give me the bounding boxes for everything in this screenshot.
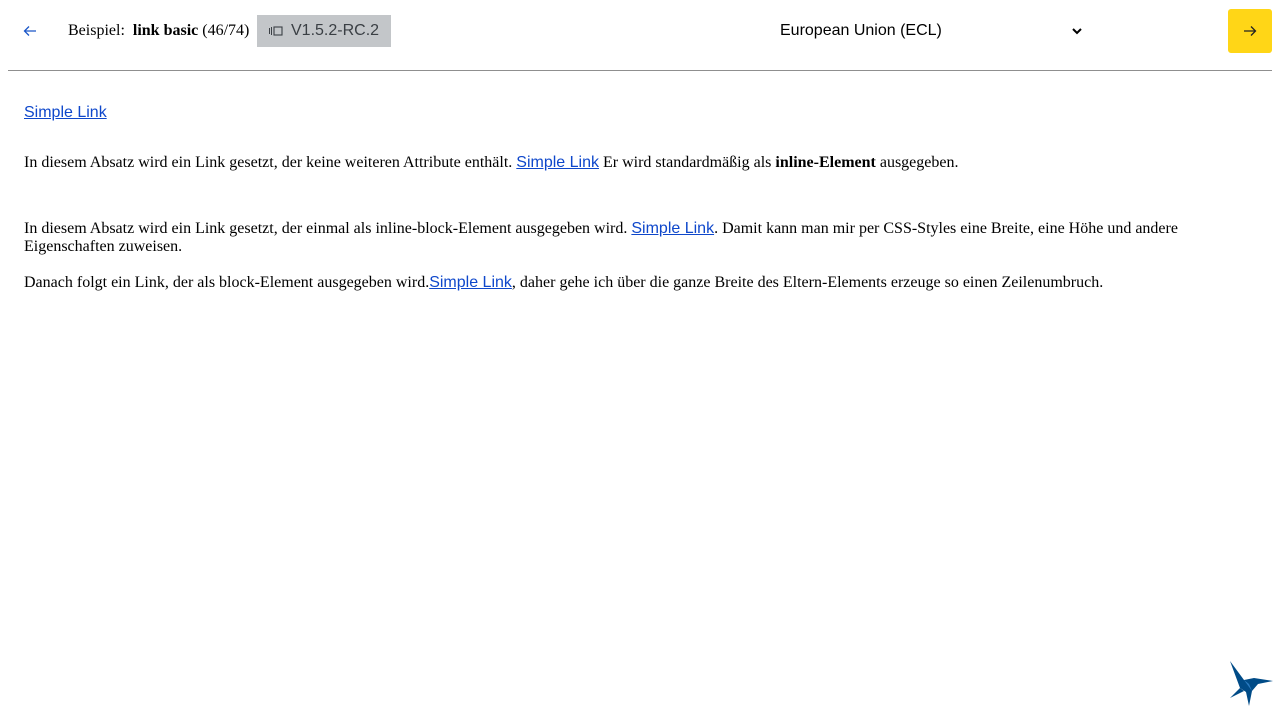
- p1-bold-term: inline-Element: [775, 154, 876, 171]
- p1-text-after: Er wird standardmäßig als: [603, 154, 772, 171]
- arrow-right-icon: [1244, 26, 1257, 36]
- simple-link-inline-block[interactable]: Simple Link: [631, 220, 714, 238]
- example-prefix: Beispiel:: [68, 22, 125, 39]
- standalone-link-wrapper: Simple Link: [24, 104, 107, 122]
- theme-selected-value: European Union (ECL): [780, 22, 942, 39]
- p2-text-before: In diesem Absatz wird ein Link gesetzt, …: [24, 220, 628, 237]
- example-name: link basic: [132, 22, 199, 39]
- p3-text-before: Danach folgt ein Link, der als block-Ele…: [24, 274, 430, 291]
- paragraph-inline-block-link: In diesem Absatz wird ein Link gesetzt, …: [24, 220, 1224, 256]
- arrow-left-icon: [23, 26, 36, 36]
- next-example-button[interactable]: [1228, 9, 1272, 53]
- top-bar: Beispiel: link basic (46/74) V1.5.2-RC.2…: [0, 0, 1280, 62]
- chevron-down-icon: [1072, 28, 1082, 35]
- simple-link-inline[interactable]: Simple Link: [516, 154, 599, 171]
- paragraph-inline-link: In diesem Absatz wird ein Link gesetzt, …: [24, 154, 958, 172]
- paragraph-block-link: Danach folgt ein Link, der als block-Ele…: [24, 274, 1256, 292]
- previous-example-button[interactable]: [13, 15, 47, 47]
- example-title: Beispiel: link basic (46/74): [68, 21, 249, 41]
- theme-select[interactable]: European Union (ECL): [773, 18, 1085, 44]
- header-divider: [8, 70, 1272, 71]
- example-count: (46/74): [202, 22, 250, 39]
- version-badge: V1.5.2-RC.2: [257, 15, 391, 47]
- hummingbird-logo: [1230, 661, 1273, 706]
- simple-link-standalone[interactable]: Simple Link: [24, 104, 107, 121]
- simple-link-block[interactable]: Simple Link: [429, 274, 512, 291]
- p3-text-after: , daher gehe ich über die ganze Breite d…: [511, 274, 1104, 291]
- p1-text-end: ausgegeben.: [879, 154, 959, 171]
- version-icon: [268, 25, 283, 37]
- version-label: V1.5.2-RC.2: [291, 22, 380, 39]
- p1-text-before: In diesem Absatz wird ein Link gesetzt, …: [24, 154, 513, 171]
